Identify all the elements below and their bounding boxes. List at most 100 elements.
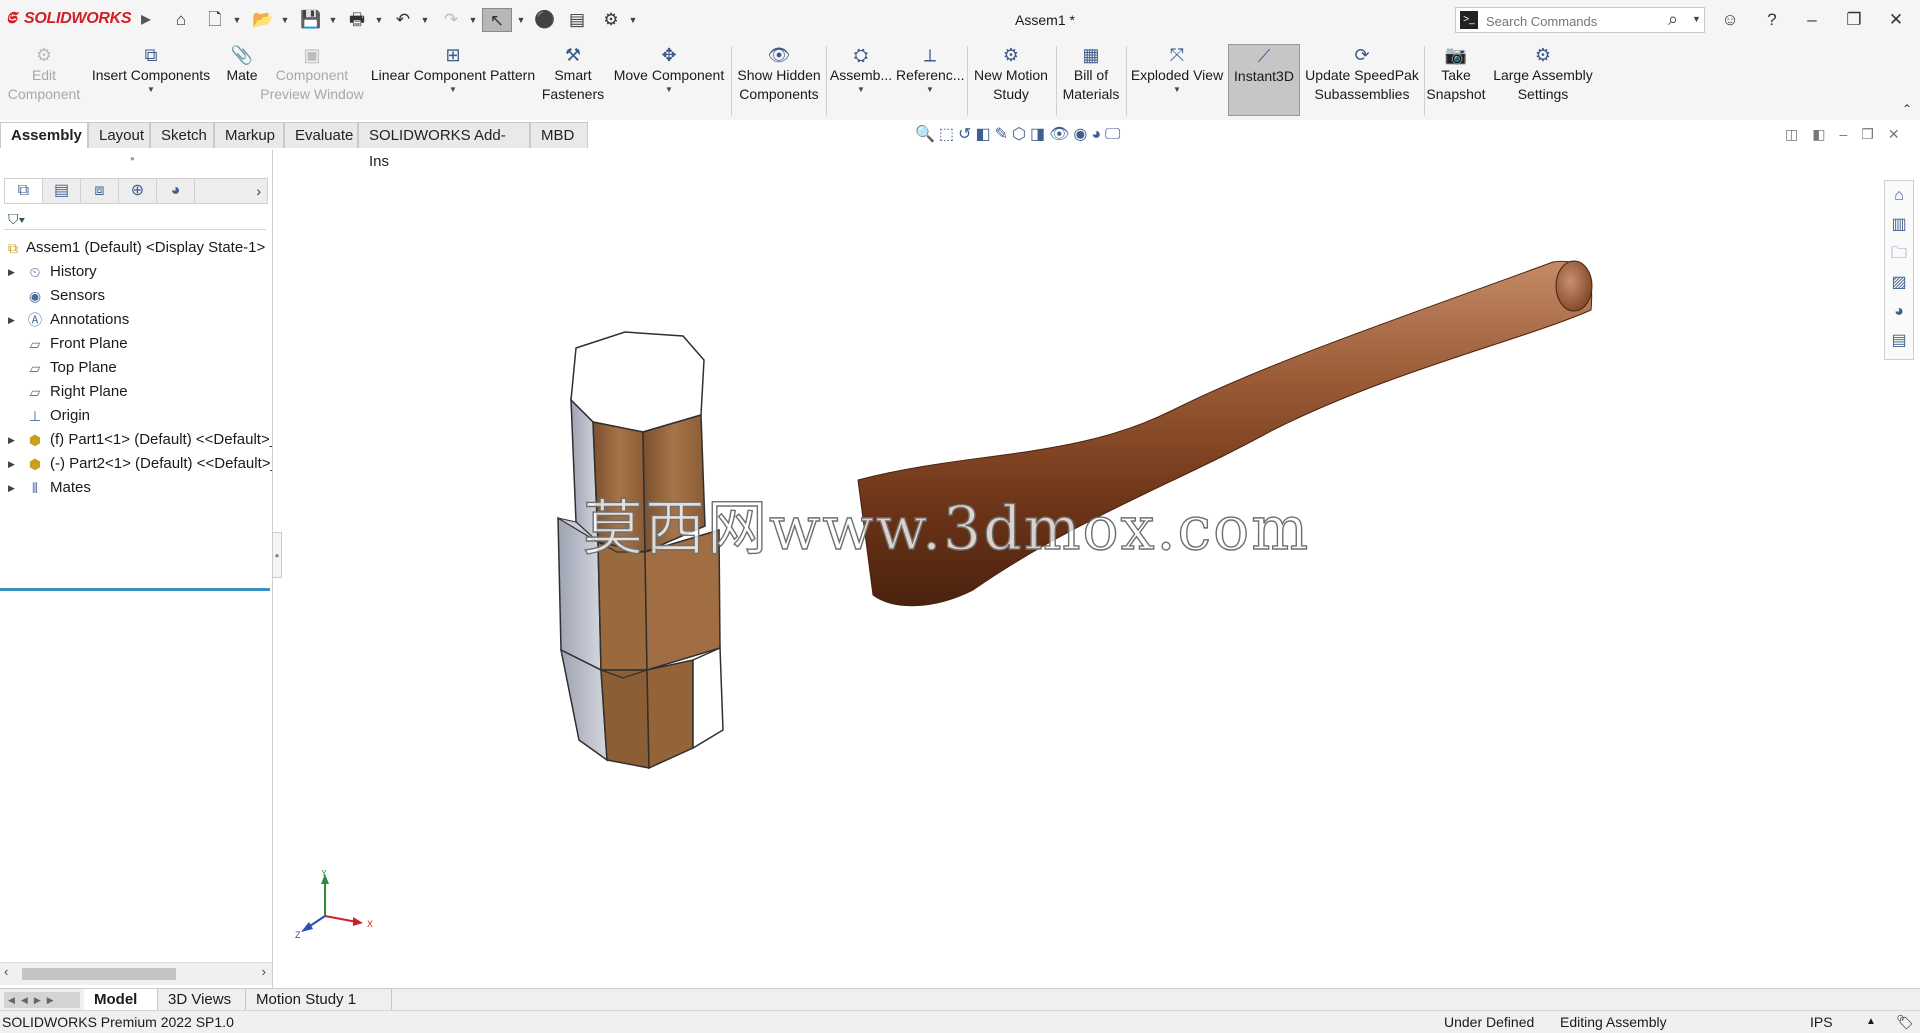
tab-assembly[interactable]: Assembly	[0, 122, 88, 148]
hide-show-items-icon[interactable]: 👁	[1049, 126, 1073, 143]
rebuild-icon[interactable]: ⚫	[530, 8, 560, 32]
large-assembly-settings-button[interactable]: ⚙ Large Assembly Settings	[1488, 44, 1598, 116]
display-manager-icon[interactable]: ◕	[157, 179, 195, 203]
tree-item-sensors[interactable]: ◉ Sensors	[0, 284, 272, 308]
tab-evaluate[interactable]: Evaluate	[284, 122, 358, 148]
tab-3d-views[interactable]: 3D Views	[158, 989, 246, 1011]
show-hidden-components-button[interactable]: 👁 Show Hidden Components	[734, 44, 824, 116]
tab-scroll-buttons[interactable]: ◀◀▶▶	[4, 992, 80, 1008]
tab-layout[interactable]: Layout	[88, 122, 150, 148]
edit-component-button[interactable]: ⚙ Edit Component	[2, 44, 86, 116]
tab-model[interactable]: Model	[84, 989, 158, 1011]
redo-icon[interactable]: ↷	[436, 8, 466, 32]
tab-markup[interactable]: Markup	[214, 122, 284, 148]
apply-scene-icon[interactable]: ◕	[1091, 126, 1105, 143]
select-dropdown-icon[interactable]: ▼	[514, 8, 528, 32]
viewport-minimize-icon[interactable]: –	[1839, 126, 1861, 142]
design-library-icon[interactable]: ▥	[1885, 210, 1913, 239]
tree-root[interactable]: ⧉ Assem1 (Default) <Display State-1>	[0, 236, 272, 260]
tree-item-part1[interactable]: ▶ ⬢ (f) Part1<1> (Default) <<Default>_Di…	[0, 428, 272, 452]
insert-components-dropdown-icon[interactable]: ▼	[88, 85, 214, 95]
solidworks-resources-home-icon[interactable]: ⌂	[1885, 181, 1913, 210]
reference-triad[interactable]: Y X Z	[293, 870, 383, 940]
pane-horizontal-scrollbar[interactable]: ‹ ›	[0, 962, 272, 985]
dynamic-annotation-icon[interactable]: ✎	[995, 126, 1012, 143]
expand-icon[interactable]: ▶	[8, 452, 15, 476]
user-account-icon[interactable]: ☺	[1716, 8, 1744, 32]
assembly-features-dropdown-icon[interactable]: ▼	[828, 85, 894, 95]
expand-icon[interactable]: ▶	[8, 428, 15, 452]
home-icon[interactable]: ⌂	[166, 8, 196, 32]
open-icon[interactable]: 📂	[248, 8, 278, 32]
filter-funnel-icon[interactable]: ⛉▾	[8, 211, 25, 227]
expand-icon[interactable]: ▶	[8, 260, 15, 284]
tree-item-right-plane[interactable]: ▱ Right Plane	[0, 380, 272, 404]
tab-mbd[interactable]: MBD	[530, 122, 588, 148]
featuremanager-tree-icon[interactable]: ⧉	[5, 179, 43, 203]
tab-motion-study-1[interactable]: Motion Study 1	[246, 989, 392, 1011]
scroll-right-icon[interactable]: ›	[262, 964, 266, 979]
save-dropdown-icon[interactable]: ▼	[326, 8, 340, 32]
take-snapshot-button[interactable]: 📷 Take Snapshot	[1426, 44, 1486, 116]
display-style-icon[interactable]: ◨	[1030, 126, 1049, 143]
new-motion-study-button[interactable]: ⚙ New Motion Study	[970, 44, 1052, 116]
zoom-to-fit-icon[interactable]: 🔍	[915, 126, 939, 143]
zoom-area-icon[interactable]: ⬚	[939, 126, 958, 143]
custom-properties-icon[interactable]: ▤	[1885, 326, 1913, 355]
assembly-features-button[interactable]: ⛭ Assemb... ▼	[828, 44, 894, 116]
search-commands-box[interactable]: >_ ⌕ ▼	[1455, 7, 1705, 33]
view-orientation-icon[interactable]: ⬡	[1012, 126, 1030, 143]
edit-appearance-icon[interactable]: ◉	[1073, 126, 1091, 143]
configuration-manager-icon[interactable]: ⧈	[81, 179, 119, 203]
update-speedpak-button[interactable]: ⟳ Update SpeedPak Subassemblies	[1302, 44, 1422, 116]
view-settings-icon[interactable]: 🖵	[1105, 126, 1124, 143]
expand-icon[interactable]: ▶	[8, 476, 15, 500]
section-view-icon[interactable]: ◧	[975, 126, 994, 143]
linear-pattern-dropdown-icon[interactable]: ▼	[368, 85, 538, 95]
tree-item-annotations[interactable]: ▶ Ⓐ Annotations	[0, 308, 272, 332]
reference-geometry-dropdown-icon[interactable]: ▼	[896, 85, 964, 95]
file-properties-icon[interactable]: ▤	[562, 8, 592, 32]
search-dropdown-icon[interactable]: ▼	[1692, 14, 1701, 24]
search-commands-input[interactable]	[1484, 10, 1658, 32]
close-icon[interactable]: ✕	[1882, 8, 1910, 32]
restore-icon[interactable]: ❐	[1840, 8, 1868, 32]
heads-up-view-toolbar[interactable]: 🔍⬚↺◧✎⬡◨👁◉◕🖵	[915, 124, 1124, 148]
options-dropdown-icon[interactable]: ▼	[626, 8, 640, 32]
minimize-icon[interactable]: –	[1798, 8, 1826, 32]
exploded-view-dropdown-icon[interactable]: ▼	[1128, 85, 1226, 95]
dimxpert-manager-icon[interactable]: ⊕	[119, 179, 157, 203]
help-icon[interactable]: ?	[1758, 8, 1786, 32]
tree-item-mates[interactable]: ▶ ⫴ Mates	[0, 476, 272, 500]
tab-solidworks-add-ins[interactable]: SOLIDWORKS Add-Ins	[358, 122, 530, 170]
pane-splitter-handle[interactable]: ●	[130, 154, 135, 163]
tree-item-part2[interactable]: ▶ ⬢ (-) Part2<1> (Default) <<Default>_Di…	[0, 452, 272, 476]
expand-icon[interactable]: ▶	[8, 308, 15, 332]
instant3d-button[interactable]: ⟋ Instant3D	[1228, 44, 1300, 116]
previous-view-icon[interactable]: ↺	[958, 126, 975, 143]
undo-icon[interactable]: ↶	[388, 8, 418, 32]
tree-item-top-plane[interactable]: ▱ Top Plane	[0, 356, 272, 380]
print-icon[interactable]: 🖶	[342, 8, 372, 32]
hammer-model[interactable]	[273, 150, 1873, 988]
scrollbar-thumb[interactable]	[22, 968, 176, 980]
insert-components-button[interactable]: ⧉ Insert Components ▼	[88, 44, 214, 116]
viewport-restore-icon[interactable]: ❐	[1861, 126, 1888, 142]
solidworks-logo[interactable]: 𝕾 SOLIDWORKS ▶	[6, 10, 150, 28]
new-dropdown-icon[interactable]: ▼	[230, 8, 244, 32]
tree-item-origin[interactable]: ⊥ Origin	[0, 404, 272, 428]
menu-expand-icon[interactable]: ▶	[141, 12, 150, 26]
component-preview-window-button[interactable]: ▣ Component Preview Window	[258, 44, 366, 116]
viewport-close-icon[interactable]: ✕	[1888, 126, 1914, 142]
file-explorer-folder-icon[interactable]: 🗀	[1885, 239, 1913, 268]
bill-of-materials-button[interactable]: ▦ Bill of Materials	[1058, 44, 1124, 116]
new-document-icon[interactable]: 🗋	[200, 8, 230, 32]
search-icon[interactable]: ⌕	[1668, 9, 1678, 30]
reference-geometry-button[interactable]: ⟂ Referenc... ▼	[896, 44, 964, 116]
appearances-scenes-icon[interactable]: ◕	[1885, 297, 1913, 326]
viewport-tile-icon[interactable]: ◫	[1785, 126, 1812, 142]
options-gear-icon[interactable]: ⚙	[596, 8, 626, 32]
viewport-split-icon[interactable]: ◧	[1812, 126, 1839, 142]
tree-filter[interactable]: ⛉▾	[4, 208, 266, 230]
smart-fasteners-button[interactable]: ⚒ Smart Fasteners	[540, 44, 606, 116]
